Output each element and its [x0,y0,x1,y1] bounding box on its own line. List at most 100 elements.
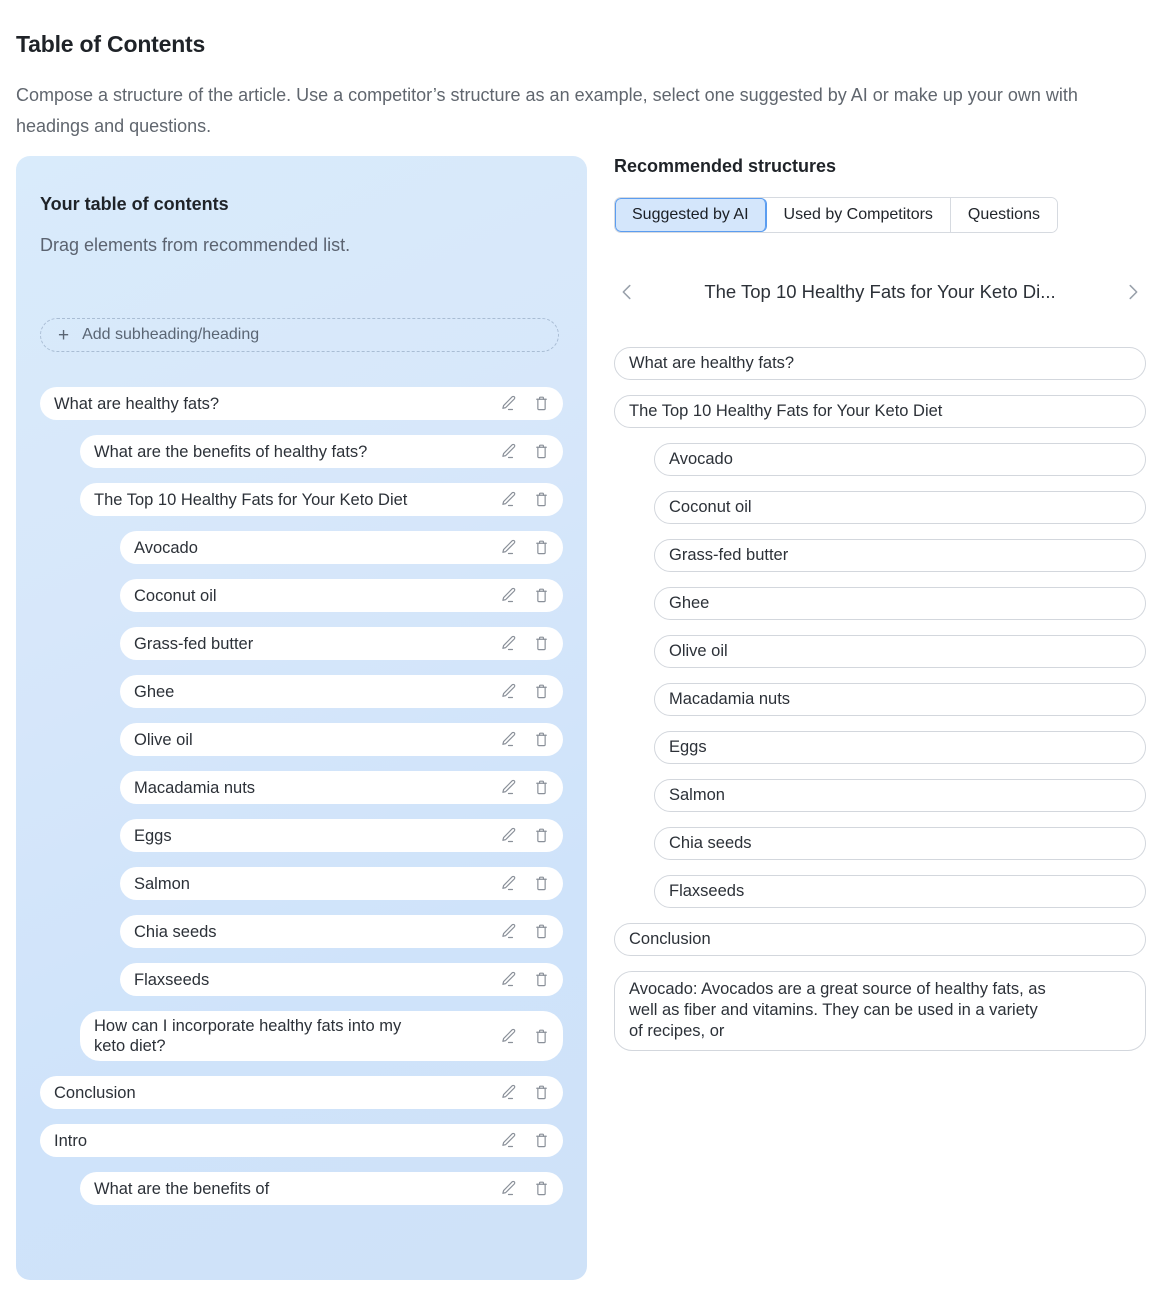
pencil-icon[interactable] [499,682,518,701]
toc-row[interactable]: Eggs [120,819,563,852]
toc-row[interactable]: Coconut oil [120,579,563,612]
toc-row[interactable]: Conclusion [40,1076,563,1109]
toc-row-label: Avocado [134,538,198,557]
toc-row-label: Eggs [134,826,172,845]
toc-row-actions [499,874,551,893]
toc-row[interactable]: What are the benefits of [80,1172,563,1205]
trash-icon[interactable] [532,1083,551,1102]
toc-row[interactable]: Macadamia nuts [120,771,563,804]
toc-row[interactable]: What are the benefits of healthy fats? [80,435,563,468]
recommended-row[interactable]: Avocado: Avocados are a great source of … [614,971,1146,1051]
recommended-row[interactable]: Conclusion [614,923,1146,956]
recommended-row[interactable]: What are healthy fats? [614,347,1146,380]
recommended-row[interactable]: Olive oil [654,635,1146,668]
toc-row-actions [499,538,551,557]
carousel-title: The Top 10 Healthy Fats for Your Keto Di… [704,281,1056,302]
pencil-icon[interactable] [499,922,518,941]
toc-row-label: Olive oil [134,730,193,749]
toc-row-label: Macadamia nuts [134,778,256,797]
trash-icon[interactable] [532,1131,551,1150]
toc-row[interactable]: Ghee [120,675,563,708]
recommended-row[interactable]: The Top 10 Healthy Fats for Your Keto Di… [614,395,1146,428]
toc-row-actions [499,394,551,413]
toc-row[interactable]: Grass-fed butter [120,627,563,660]
pencil-icon[interactable] [499,1027,518,1046]
toc-row-actions [499,1179,551,1198]
toc-row-actions [499,634,551,653]
recommended-row[interactable]: Macadamia nuts [654,683,1146,716]
toc-row-label: Chia seeds [134,922,217,941]
trash-icon[interactable] [532,874,551,893]
tab-suggested-by-ai[interactable]: Suggested by AI [615,198,767,232]
pencil-icon[interactable] [499,1179,518,1198]
chevron-left-icon[interactable] [614,281,640,303]
pencil-icon[interactable] [499,634,518,653]
pencil-icon[interactable] [499,778,518,797]
trash-icon[interactable] [532,586,551,605]
toc-row-actions [499,730,551,749]
recommended-row[interactable]: Ghee [654,587,1146,620]
recommended-structures-panel: Recommended structures Suggested by AI Us… [614,156,1146,1066]
your-table-of-contents-panel: Your table of contents Drag elements fro… [16,156,587,1280]
recommended-row[interactable]: Grass-fed butter [654,539,1146,572]
page-title: Table of Contents [16,31,206,58]
pencil-icon[interactable] [499,874,518,893]
toc-row[interactable]: Avocado [120,531,563,564]
pencil-icon[interactable] [499,538,518,557]
trash-icon[interactable] [532,970,551,989]
toc-row[interactable]: What are healthy fats? [40,387,563,420]
recommended-row[interactable]: Avocado [654,443,1146,476]
toc-row-label: Ghee [134,682,175,701]
trash-icon[interactable] [532,1179,551,1198]
toc-row[interactable]: The Top 10 Healthy Fats for Your Keto Di… [80,483,563,516]
add-subheading-heading-button[interactable]: + Add subheading/heading [40,318,559,352]
trash-icon[interactable] [532,730,551,749]
chevron-right-icon[interactable] [1120,281,1146,303]
toc-row-actions [499,922,551,941]
toc-row[interactable]: Olive oil [120,723,563,756]
toc-row-actions [499,490,551,509]
toc-row-label: Flaxseeds [134,970,210,989]
toc-row[interactable]: Flaxseeds [120,963,563,996]
toc-row[interactable]: Salmon [120,867,563,900]
toc-row[interactable]: Chia seeds [120,915,563,948]
toc-row-label: What are the benefits of healthy fats? [94,442,368,461]
pencil-icon[interactable] [499,490,518,509]
recommended-row[interactable]: Coconut oil [654,491,1146,524]
pencil-icon[interactable] [499,586,518,605]
toc-row-label: How can I incorporate healthy fats into … [94,1017,402,1055]
toc-row-label: Conclusion [54,1083,136,1102]
pencil-icon[interactable] [499,730,518,749]
left-panel-subtitle: Drag elements from recommended list. [40,235,351,255]
trash-icon[interactable] [532,634,551,653]
recommended-row[interactable]: Salmon [654,779,1146,812]
toc-row[interactable]: Intro [40,1124,563,1157]
plus-icon: + [58,324,70,346]
pencil-icon[interactable] [499,970,518,989]
tab-used-by-competitors[interactable]: Used by Competitors [766,198,951,232]
pencil-icon[interactable] [499,1131,518,1150]
table-of-contents-page: Table of Contents Compose a structure of… [0,0,1160,1292]
trash-icon[interactable] [532,490,551,509]
recommended-row[interactable]: Flaxseeds [654,875,1146,908]
trash-icon[interactable] [532,778,551,797]
trash-icon[interactable] [532,1027,551,1046]
trash-icon[interactable] [532,442,551,461]
pencil-icon[interactable] [499,394,518,413]
recommended-row[interactable]: Chia seeds [654,827,1146,860]
toc-row-label: What are the benefits of [94,1179,270,1198]
toc-row[interactable]: How can I incorporate healthy fats into … [80,1011,563,1061]
pencil-icon[interactable] [499,826,518,845]
trash-icon[interactable] [532,538,551,557]
trash-icon[interactable] [532,394,551,413]
trash-icon[interactable] [532,826,551,845]
tab-questions[interactable]: Questions [950,198,1057,232]
toc-row-label: Coconut oil [134,586,217,605]
toc-row-label: Salmon [134,874,190,893]
pencil-icon[interactable] [499,1083,518,1102]
trash-icon[interactable] [532,682,551,701]
structure-carousel: The Top 10 Healthy Fats for Your Keto Di… [614,277,1146,307]
recommended-row[interactable]: Eggs [654,731,1146,764]
trash-icon[interactable] [532,922,551,941]
pencil-icon[interactable] [499,442,518,461]
